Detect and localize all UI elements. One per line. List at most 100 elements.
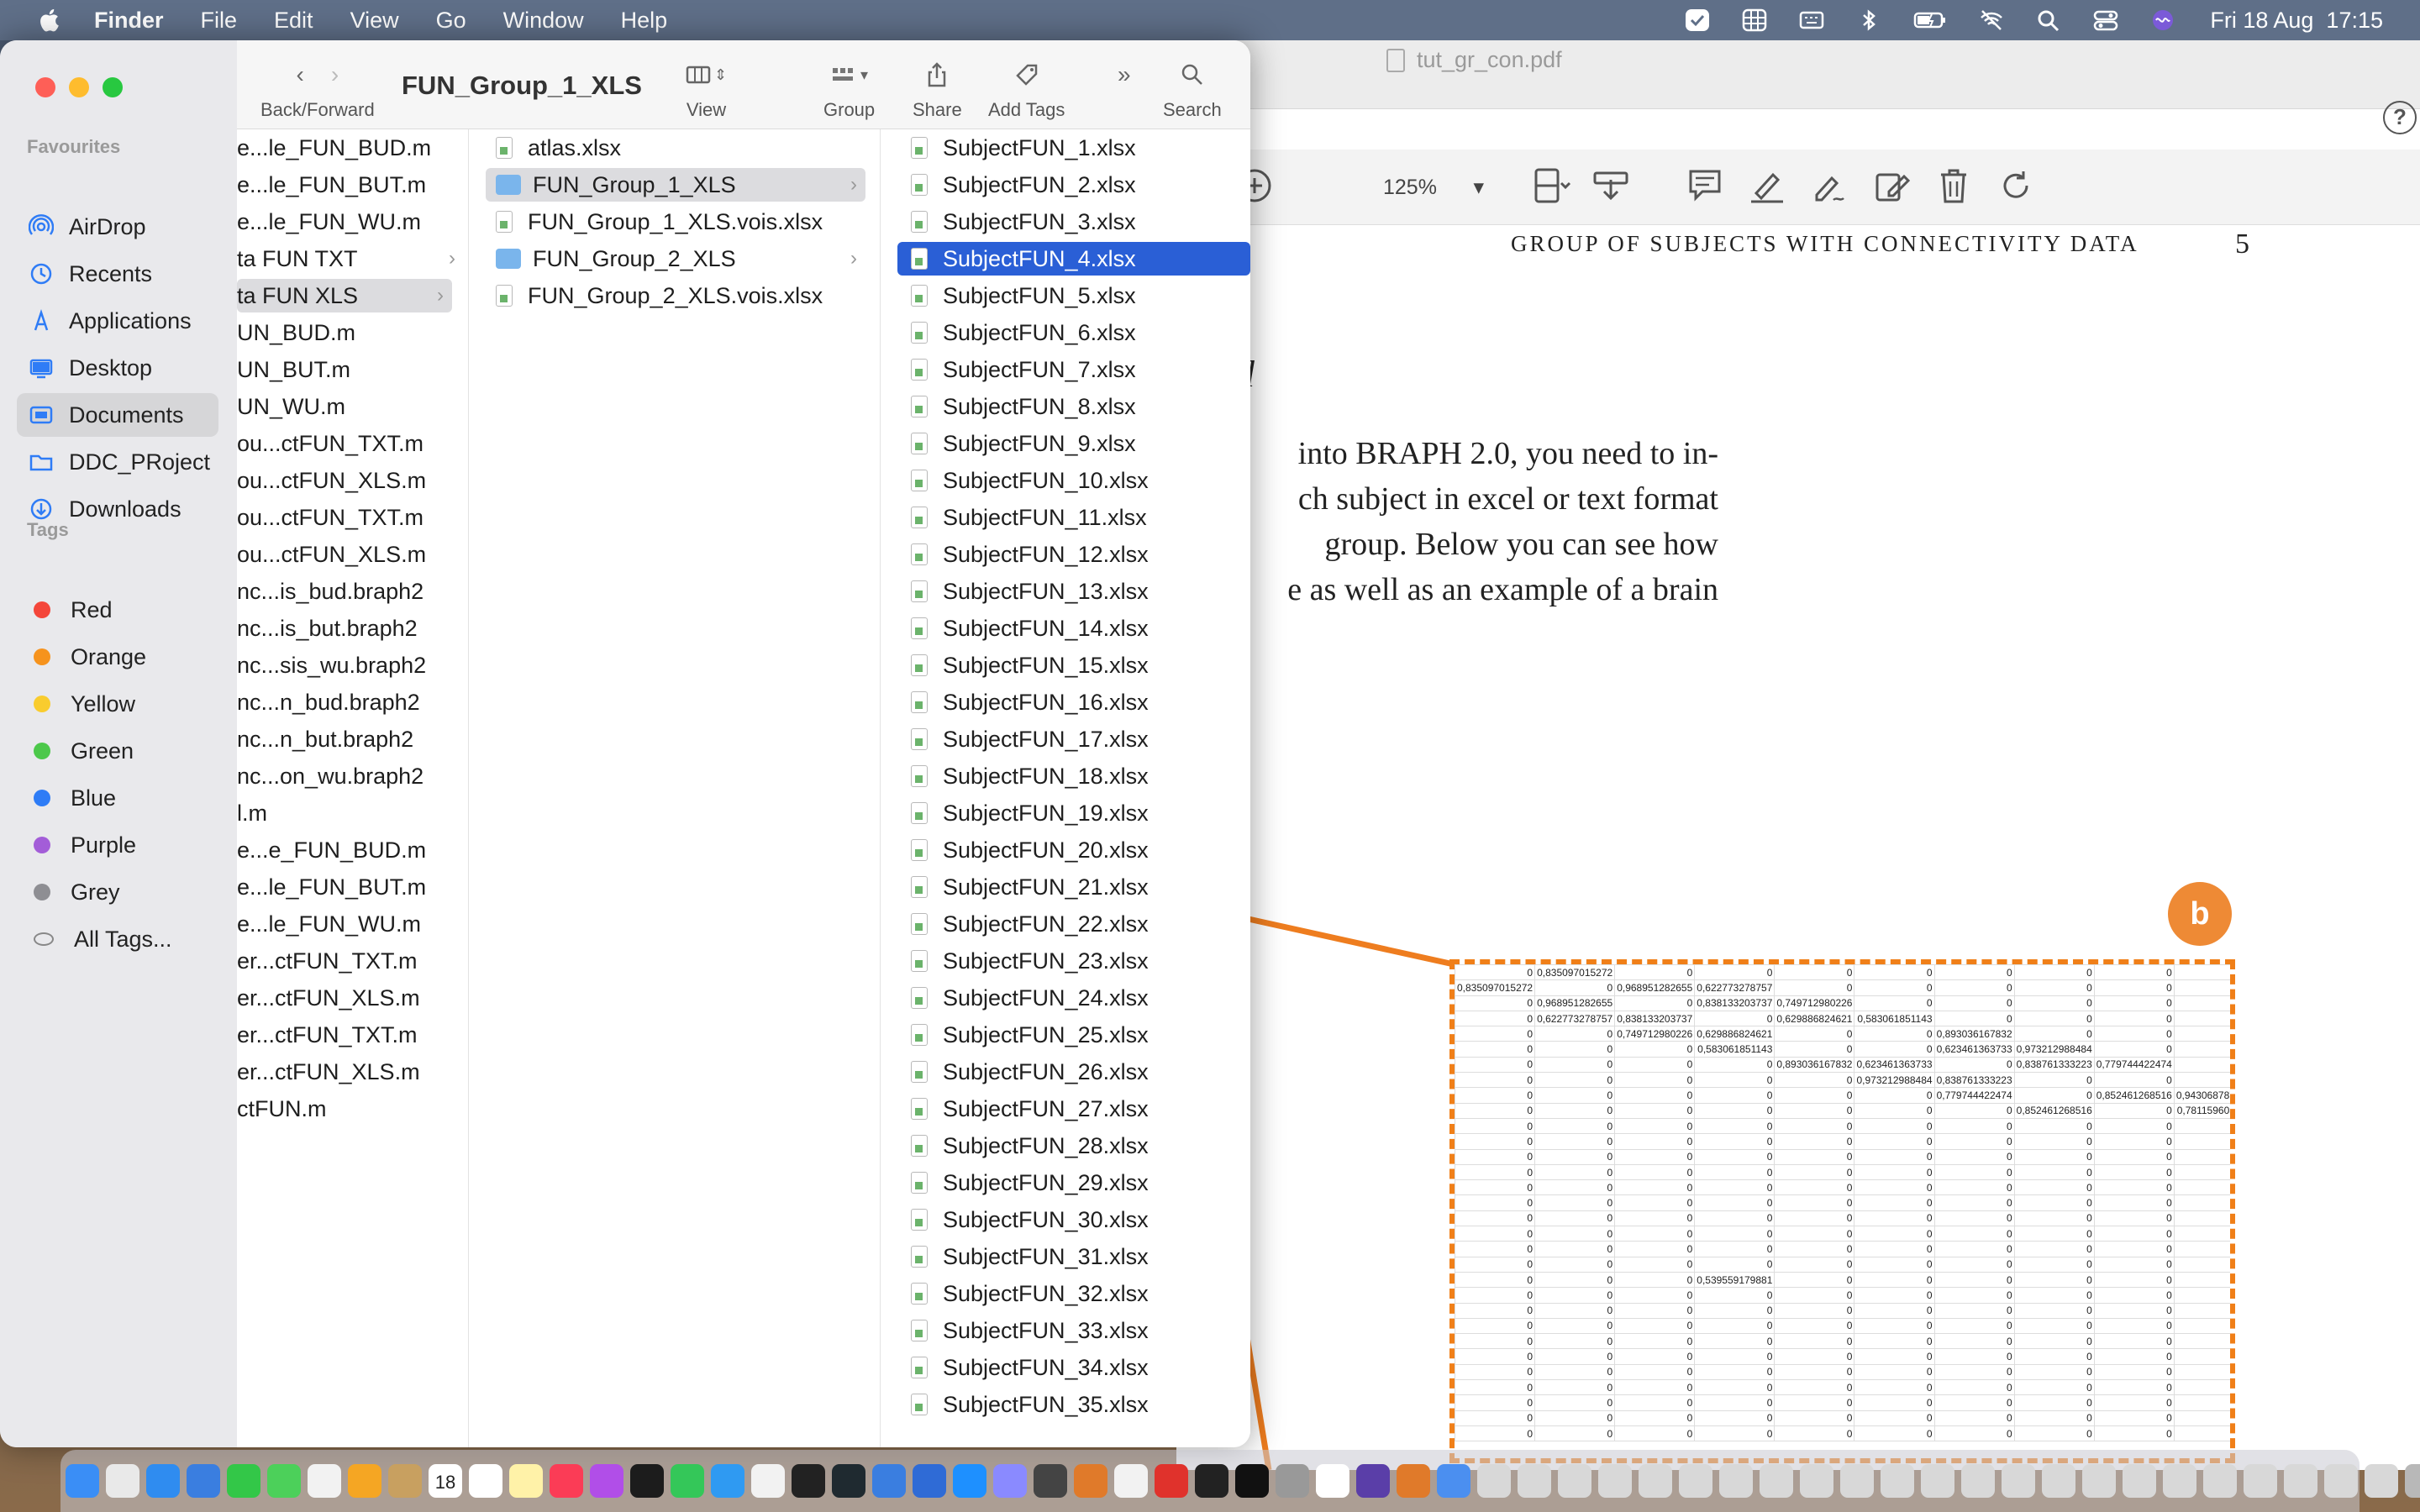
dock-app-icon[interactable] [2365, 1464, 2398, 1498]
dock-app-icon[interactable] [509, 1464, 543, 1498]
comment-icon[interactable] [1684, 165, 1726, 207]
dock-app-icon[interactable] [187, 1464, 220, 1498]
menu-help[interactable]: Help [621, 8, 668, 34]
list-item[interactable]: SubjectFUN_22.xlsx [897, 907, 1250, 941]
sidebar-item-ddc-project[interactable]: DDC_PRoject [17, 440, 218, 484]
list-item[interactable]: ou...ctFUN_TXT.m [237, 501, 464, 534]
list-item[interactable]: SubjectFUN_33.xlsx [897, 1314, 1250, 1347]
dock-app-icon[interactable] [630, 1464, 664, 1498]
back-forward-control[interactable]: ‹ › Back/Forward [260, 59, 375, 121]
list-item[interactable]: SubjectFUN_1.xlsx [897, 131, 1250, 165]
list-item[interactable]: SubjectFUN_16.xlsx [897, 685, 1250, 719]
dock-app-icon[interactable] [227, 1464, 260, 1498]
dock-app-icon[interactable] [792, 1464, 825, 1498]
dock-app-icon[interactable] [66, 1464, 99, 1498]
dock-app-icon[interactable] [671, 1464, 704, 1498]
dock-app-icon[interactable] [711, 1464, 744, 1498]
keyboard-icon[interactable] [1798, 8, 1825, 33]
dock-app-icon[interactable] [1356, 1464, 1390, 1498]
view-button[interactable]: ⇕ View [686, 59, 727, 121]
menu-file[interactable]: File [201, 8, 238, 34]
checkmark-status-icon[interactable] [1684, 8, 1711, 33]
siri-icon[interactable] [2149, 8, 2176, 33]
list-item[interactable]: SubjectFUN_24.xlsx [897, 981, 1250, 1015]
list-item[interactable]: SubjectFUN_10.xlsx [897, 464, 1250, 497]
list-item[interactable]: SubjectFUN_21.xlsx [897, 870, 1250, 904]
list-item[interactable]: SubjectFUN_6.xlsx [897, 316, 1250, 349]
list-item[interactable]: nc...is_but.braph2 [237, 612, 464, 645]
list-item[interactable]: l.m [237, 796, 464, 830]
list-item[interactable]: SubjectFUN_8.xlsx [897, 390, 1250, 423]
signature-icon[interactable] [1808, 165, 1850, 207]
dock-app-icon[interactable] [953, 1464, 986, 1498]
dock-app-icon[interactable] [1034, 1464, 1067, 1498]
list-item[interactable]: SubjectFUN_29.xlsx [897, 1166, 1250, 1200]
list-item[interactable]: e...e_FUN_BUD.m [237, 833, 464, 867]
menu-datetime[interactable]: Fri 18 Aug 17:15 [2210, 8, 2383, 34]
list-item[interactable]: SubjectFUN_3.xlsx [897, 205, 1250, 239]
chevron-right-icon[interactable]: › [331, 61, 339, 88]
dock-app-icon[interactable] [1598, 1464, 1632, 1498]
dock-app-icon[interactable] [1760, 1464, 1793, 1498]
spotlight-search-icon[interactable] [2035, 8, 2062, 33]
list-item[interactable]: FUN_Group_1_XLS › [486, 168, 865, 202]
dock-app-icon[interactable]: 18 [429, 1464, 462, 1498]
dock-app-icon[interactable] [2203, 1464, 2237, 1498]
menu-app-name[interactable]: Finder [94, 8, 164, 34]
dock-app-icon[interactable] [2405, 1464, 2420, 1498]
dock-app-icon[interactable] [1518, 1464, 1551, 1498]
menu-window[interactable]: Window [503, 8, 584, 34]
sidebar-item-desktop[interactable]: Desktop [17, 346, 218, 390]
search-button[interactable]: Search [1163, 59, 1222, 121]
list-item[interactable]: UN_WU.m [237, 390, 464, 423]
dock-app-icon[interactable] [1679, 1464, 1712, 1498]
rotate-icon[interactable] [1995, 165, 2037, 207]
apple-menu-icon[interactable] [37, 8, 60, 33]
dock-app-icon[interactable] [550, 1464, 583, 1498]
dock-app-icon[interactable] [1316, 1464, 1349, 1498]
dock-app-icon[interactable] [913, 1464, 946, 1498]
list-item[interactable]: SubjectFUN_23.xlsx [897, 944, 1250, 978]
dock-app-icon[interactable] [2002, 1464, 2035, 1498]
grid-app-icon[interactable] [1741, 8, 1768, 33]
list-item[interactable]: UN_BUD.m [237, 316, 464, 349]
dock-app-icon[interactable] [872, 1464, 906, 1498]
sidebar-item-airdrop[interactable]: AirDrop [17, 205, 218, 249]
sidebar-item-documents[interactable]: Documents [17, 393, 218, 437]
sidebar-tag-red[interactable]: Red [17, 588, 218, 632]
list-item[interactable]: SubjectFUN_31.xlsx [897, 1240, 1250, 1273]
list-item[interactable]: e...le_FUN_BUT.m [237, 870, 464, 904]
list-item[interactable]: FUN_Group_2_XLS.vois.xlsx [486, 279, 865, 312]
add-tags-button[interactable]: Add Tags [988, 59, 1065, 121]
battery-icon[interactable] [1912, 8, 1948, 33]
group-button[interactable]: ▾ Group [823, 59, 875, 121]
list-item[interactable]: SubjectFUN_35.xlsx [897, 1388, 1250, 1421]
help-icon[interactable]: ? [2383, 101, 2417, 134]
sidebar-tag-orange[interactable]: Orange [17, 635, 218, 679]
list-item[interactable]: FUN_Group_1_XLS.vois.xlsx [486, 205, 865, 239]
list-item[interactable]: nc...sis_wu.braph2 [237, 648, 464, 682]
sidebar-tag-grey[interactable]: Grey [17, 870, 218, 914]
list-item[interactable]: SubjectFUN_26.xlsx [897, 1055, 1250, 1089]
list-item[interactable]: SubjectFUN_27.xlsx [897, 1092, 1250, 1126]
list-item[interactable]: SubjectFUN_5.xlsx [897, 279, 1250, 312]
dock-app-icon[interactable] [1235, 1464, 1269, 1498]
list-item[interactable]: ou...ctFUN_XLS.m [237, 538, 464, 571]
list-item[interactable]: er...ctFUN_TXT.m [237, 944, 464, 978]
list-item[interactable]: nc...on_wu.braph2 [237, 759, 464, 793]
dock-app-icon[interactable] [146, 1464, 180, 1498]
dock-app-icon[interactable] [388, 1464, 422, 1498]
list-item[interactable]: SubjectFUN_15.xlsx [897, 648, 1250, 682]
list-item[interactable]: er...ctFUN_XLS.m [237, 1055, 464, 1089]
list-item[interactable]: nc...is_bud.braph2 [237, 575, 464, 608]
chevron-left-icon[interactable]: ‹ [297, 61, 304, 88]
share-button[interactable]: Share [913, 59, 962, 121]
dock-app-icon[interactable] [2244, 1464, 2277, 1498]
dock-app-icon[interactable] [1155, 1464, 1188, 1498]
list-item[interactable]: SubjectFUN_9.xlsx [897, 427, 1250, 460]
list-item[interactable]: e...le_FUN_BUT.m [237, 168, 464, 202]
list-item[interactable]: SubjectFUN_12.xlsx [897, 538, 1250, 571]
sidebar-item-recents[interactable]: Recents [17, 252, 218, 296]
zoom-window-button[interactable] [103, 77, 123, 97]
dock-app-icon[interactable] [1477, 1464, 1511, 1498]
